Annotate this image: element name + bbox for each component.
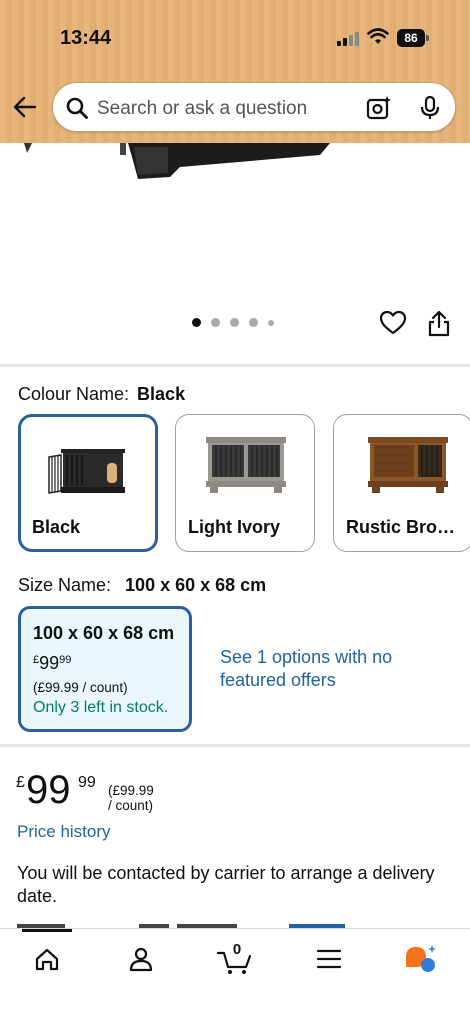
account-icon[interactable] <box>119 941 163 977</box>
size-label: Size Name: <box>18 575 112 595</box>
see-options-link[interactable]: See 1 options with no featured offers <box>220 646 400 692</box>
price-whole: 99 <box>26 768 71 812</box>
colour-option-label: Black <box>32 517 81 537</box>
battery-level: 86 <box>397 29 425 47</box>
app-header: 13:44 86 Search or ask a question <box>0 0 470 143</box>
search-bar[interactable]: Search or ask a question <box>52 82 456 132</box>
size-option-per-count: (£99.99 / count) <box>33 680 128 695</box>
size-option-price-whole: 99 <box>39 653 60 673</box>
ivory-crate-image <box>206 437 286 493</box>
stock-status: Only 3 left in stock. <box>33 699 169 716</box>
bottom-navigation: 0 <box>0 928 470 1024</box>
share-icon[interactable] <box>427 310 451 338</box>
battery-icon: 86 <box>397 29 429 47</box>
rustic-crate-image <box>368 437 448 493</box>
cellular-signal-icon <box>337 30 361 46</box>
carousel-dot <box>268 319 274 326</box>
size-option-price-fraction: 99 <box>59 654 72 666</box>
size-option-title: 100 x 60 x 68 cm <box>33 623 175 643</box>
colour-option-rustic-brown[interactable]: Rustic Bro… <box>333 414 470 552</box>
carousel-dot <box>249 318 258 327</box>
product-image-corner <box>24 143 32 153</box>
search-placeholder[interactable]: Search or ask a question <box>97 98 307 120</box>
home-icon[interactable] <box>25 941 69 977</box>
price-symbol: £ <box>16 774 25 791</box>
price-per-count: (£99.99 / count) <box>108 783 154 813</box>
size-option-price: £9999 <box>33 653 71 674</box>
section-divider <box>0 744 470 747</box>
colour-label: Colour Name: <box>18 384 130 404</box>
cart-count: 0 <box>232 941 242 958</box>
product-image[interactable] <box>120 143 350 183</box>
colour-option-light-ivory[interactable]: Light Ivory <box>175 414 315 552</box>
size-label-row: Size Name: 100 x 60 x 68 cm <box>18 575 266 596</box>
carousel-dot-active <box>192 318 201 327</box>
rufus-assistant-icon[interactable] <box>400 941 444 977</box>
menu-icon[interactable] <box>307 941 351 977</box>
size-option-selected[interactable]: 100 x 60 x 68 cm £9999 (£99.99 / count) … <box>18 606 192 732</box>
price-fraction: 99 <box>78 774 96 791</box>
colour-value: Black <box>137 384 186 404</box>
microphone-icon[interactable] <box>419 95 441 121</box>
black-crate-image <box>48 449 125 494</box>
colour-label-row: Colour Name: Black <box>18 384 185 405</box>
camera-lens-icon[interactable] <box>366 95 392 121</box>
status-time: 13:44 <box>60 27 112 49</box>
size-value: 100 x 60 x 68 cm <box>125 575 267 595</box>
carousel-dot <box>211 318 220 327</box>
wifi-icon <box>367 28 389 44</box>
delivery-note: You will be contacted by carrier to arra… <box>17 863 435 906</box>
active-tab-indicator <box>22 929 72 932</box>
carousel-dot <box>230 318 239 327</box>
back-arrow-icon[interactable] <box>12 94 38 120</box>
cart-button[interactable]: 0 <box>214 941 258 977</box>
price-history-link[interactable]: Price history <box>17 822 111 842</box>
section-divider <box>0 364 470 367</box>
status-bar: 13:44 86 <box>0 0 470 80</box>
heart-icon[interactable] <box>379 310 407 336</box>
colour-option-label: Light Ivory <box>188 517 281 537</box>
colour-option-label: Rustic Bro… <box>346 517 456 537</box>
search-icon <box>66 97 88 119</box>
colour-option-black[interactable]: Black <box>18 414 158 552</box>
